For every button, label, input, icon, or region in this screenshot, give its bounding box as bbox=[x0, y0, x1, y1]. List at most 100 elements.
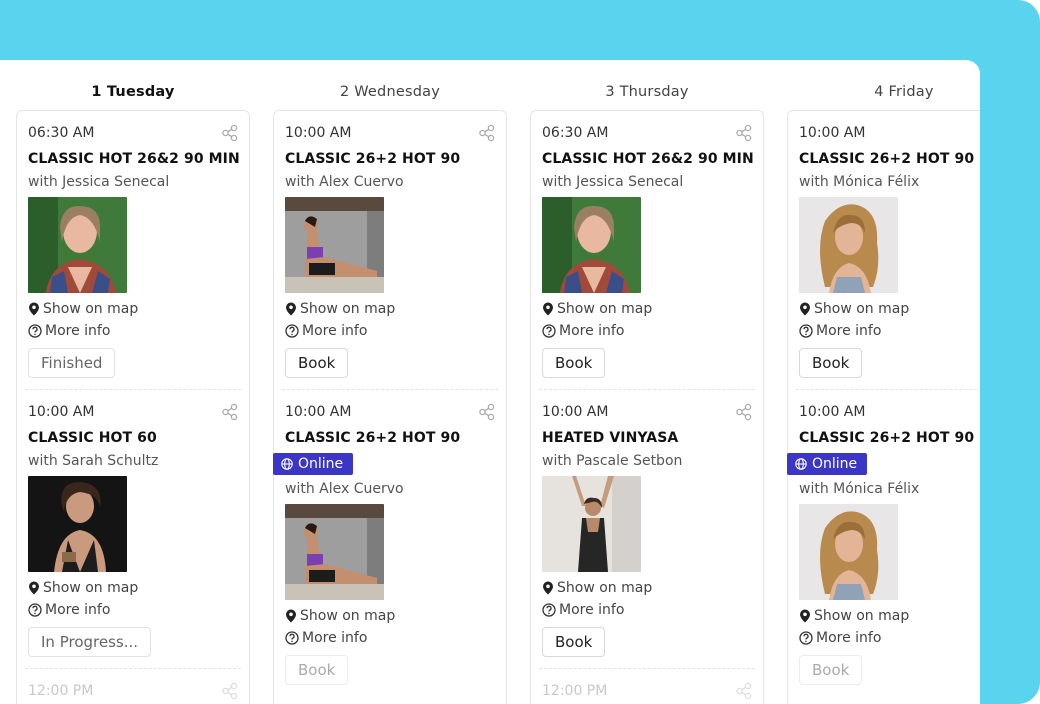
online-label: Online bbox=[298, 456, 344, 472]
show-on-map-label: Show on map bbox=[814, 301, 910, 317]
slot-divider bbox=[25, 668, 241, 669]
question-circle-icon bbox=[799, 324, 813, 338]
map-pin-icon bbox=[29, 581, 39, 595]
share-icon[interactable] bbox=[478, 403, 496, 421]
show-on-map-link[interactable]: Show on map bbox=[799, 608, 909, 624]
teacher-photo[interactable] bbox=[542, 476, 641, 572]
question-circle-icon bbox=[28, 324, 42, 338]
day-header[interactable]: 4 Friday bbox=[787, 84, 980, 100]
globe-icon bbox=[795, 458, 807, 470]
class-teacher[interactable]: with Mónica Félix bbox=[799, 481, 919, 497]
book-button[interactable]: Book bbox=[542, 348, 606, 378]
class-time: 10:00 AM bbox=[28, 404, 95, 420]
slot-divider bbox=[539, 389, 755, 390]
question-circle-icon bbox=[542, 603, 556, 617]
teacher-photo[interactable] bbox=[285, 504, 384, 600]
more-info-label: More info bbox=[45, 323, 111, 339]
share-icon[interactable] bbox=[221, 403, 239, 421]
more-info-link[interactable]: More info bbox=[28, 602, 110, 618]
question-circle-icon bbox=[799, 631, 813, 645]
class-time: 10:00 AM bbox=[285, 404, 352, 420]
class-title[interactable]: CLASSIC 26+2 HOT 90 bbox=[285, 151, 460, 167]
slot-divider bbox=[796, 389, 980, 390]
map-pin-icon bbox=[800, 609, 810, 623]
show-on-map-link[interactable]: Show on map bbox=[285, 608, 395, 624]
more-info-link[interactable]: More info bbox=[28, 323, 110, 339]
more-info-label: More info bbox=[559, 323, 625, 339]
day-card: 06:30 AM CLASSIC HOT 26&2 90 MIN with Je… bbox=[530, 110, 764, 704]
teacher-photo[interactable] bbox=[28, 476, 127, 572]
more-info-link[interactable]: More info bbox=[799, 630, 881, 646]
class-time: 10:00 AM bbox=[542, 404, 609, 420]
day-header[interactable]: 1 Tuesday bbox=[16, 84, 250, 100]
class-time: 12:00 PM bbox=[542, 683, 608, 699]
class-time: 10:00 AM bbox=[285, 125, 352, 141]
class-title[interactable]: CLASSIC 26+2 HOT 90 bbox=[799, 430, 974, 446]
book-button[interactable]: Book bbox=[799, 655, 863, 685]
online-badge: Online bbox=[273, 453, 354, 475]
class-title[interactable]: CLASSIC HOT 60 bbox=[28, 430, 157, 446]
show-on-map-label: Show on map bbox=[43, 580, 139, 596]
day-header[interactable]: 2 Wednesday bbox=[273, 84, 507, 100]
day-column-wednesday: 2 Wednesday 10:00 AM CLASSIC 26+2 HOT 90… bbox=[273, 60, 507, 704]
teacher-photo[interactable] bbox=[799, 197, 898, 293]
question-circle-icon bbox=[542, 324, 556, 338]
share-icon[interactable] bbox=[735, 403, 753, 421]
question-circle-icon bbox=[285, 324, 299, 338]
show-on-map-link[interactable]: Show on map bbox=[28, 301, 138, 317]
class-teacher[interactable]: with Jessica Senecal bbox=[28, 174, 169, 190]
show-on-map-link[interactable]: Show on map bbox=[799, 301, 909, 317]
show-on-map-link[interactable]: Show on map bbox=[285, 301, 395, 317]
finished-button[interactable]: Finished bbox=[28, 348, 116, 378]
class-teacher[interactable]: with Jessica Senecal bbox=[542, 174, 683, 190]
online-label: Online bbox=[812, 456, 858, 472]
class-teacher[interactable]: with Alex Cuervo bbox=[285, 174, 404, 190]
teacher-photo[interactable] bbox=[542, 197, 641, 293]
map-pin-icon bbox=[543, 581, 553, 595]
class-title[interactable]: HEATED VINYASA bbox=[542, 430, 678, 446]
share-icon[interactable] bbox=[478, 124, 496, 142]
class-teacher[interactable]: with Sarah Schultz bbox=[28, 453, 158, 469]
class-time: 10:00 AM bbox=[799, 404, 866, 420]
share-icon[interactable] bbox=[735, 124, 753, 142]
share-icon[interactable] bbox=[735, 682, 753, 700]
day-card: 10:00 AM CLASSIC 26+2 HOT 90 with Alex C… bbox=[273, 110, 507, 704]
book-button[interactable]: Book bbox=[542, 627, 606, 657]
class-title[interactable]: CLASSIC 26+2 HOT 90 bbox=[799, 151, 974, 167]
globe-icon bbox=[281, 458, 293, 470]
class-teacher[interactable]: with Pascale Setbon bbox=[542, 453, 682, 469]
share-icon[interactable] bbox=[221, 682, 239, 700]
schedule-panel: 1 Tuesday 06:30 AM CLASSIC HOT 26&2 90 M… bbox=[0, 60, 980, 704]
show-on-map-link[interactable]: Show on map bbox=[542, 301, 652, 317]
map-pin-icon bbox=[286, 609, 296, 623]
teacher-photo[interactable] bbox=[28, 197, 127, 293]
more-info-link[interactable]: More info bbox=[542, 602, 624, 618]
class-title[interactable]: CLASSIC HOT 26&2 90 MIN bbox=[542, 151, 754, 167]
map-pin-icon bbox=[29, 302, 39, 316]
teacher-photo[interactable] bbox=[799, 504, 898, 600]
more-info-link[interactable]: More info bbox=[285, 323, 367, 339]
day-header[interactable]: 3 Thursday bbox=[530, 84, 764, 100]
show-on-map-link[interactable]: Show on map bbox=[542, 580, 652, 596]
more-info-link[interactable]: More info bbox=[542, 323, 624, 339]
book-button[interactable]: Book bbox=[799, 348, 863, 378]
slot-divider bbox=[25, 389, 241, 390]
class-teacher[interactable]: with Alex Cuervo bbox=[285, 481, 404, 497]
class-title[interactable]: CLASSIC 26+2 HOT 90 bbox=[285, 430, 460, 446]
in-progress-button[interactable]: In Progress... bbox=[28, 627, 152, 657]
more-info-link[interactable]: More info bbox=[285, 630, 367, 646]
show-on-map-link[interactable]: Show on map bbox=[28, 580, 138, 596]
map-pin-icon bbox=[543, 302, 553, 316]
day-column-friday: 4 Friday 10:00 AM CLASSIC 26+2 HOT 90 wi… bbox=[787, 60, 980, 704]
show-on-map-label: Show on map bbox=[300, 301, 396, 317]
share-icon[interactable] bbox=[221, 124, 239, 142]
teacher-photo[interactable] bbox=[285, 197, 384, 293]
question-circle-icon bbox=[28, 603, 42, 617]
class-title[interactable]: CLASSIC HOT 26&2 90 MIN bbox=[28, 151, 240, 167]
show-on-map-label: Show on map bbox=[814, 608, 910, 624]
book-button[interactable]: Book bbox=[285, 655, 349, 685]
class-teacher[interactable]: with Mónica Félix bbox=[799, 174, 919, 190]
book-button[interactable]: Book bbox=[285, 348, 349, 378]
more-info-label: More info bbox=[816, 630, 882, 646]
more-info-link[interactable]: More info bbox=[799, 323, 881, 339]
